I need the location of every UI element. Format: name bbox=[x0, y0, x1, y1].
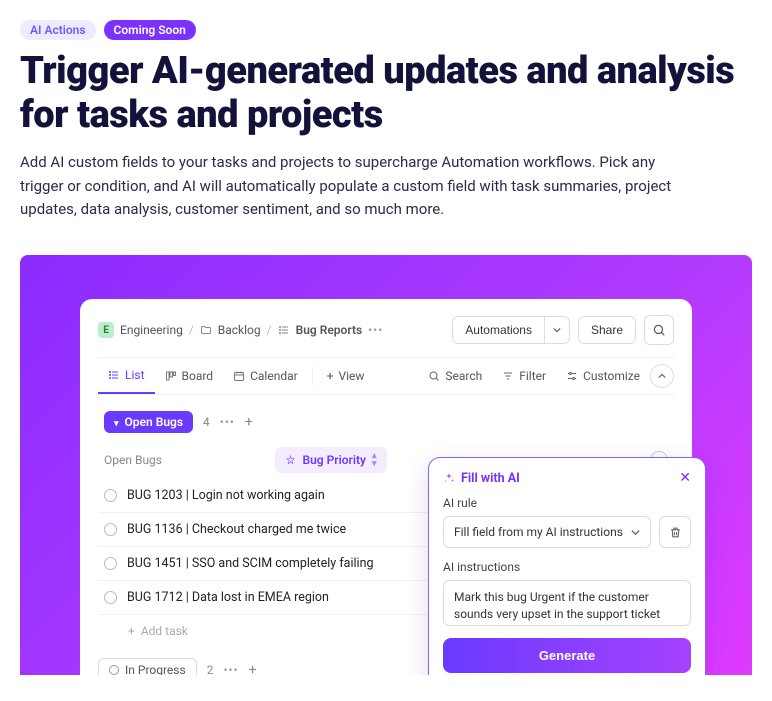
view-calendar-tab[interactable]: Calendar bbox=[223, 359, 308, 393]
status-circle-icon[interactable] bbox=[104, 591, 117, 604]
space-icon[interactable]: E bbox=[98, 322, 114, 338]
status-circle-icon[interactable] bbox=[104, 523, 117, 536]
share-button[interactable]: Share bbox=[578, 316, 636, 344]
delete-rule-button[interactable] bbox=[659, 516, 691, 548]
view-tabs: List Board Calendar + View bbox=[98, 358, 374, 394]
view-board-tab[interactable]: Board bbox=[155, 359, 224, 393]
add-view-label: View bbox=[339, 369, 365, 383]
automations-button[interactable]: Automations bbox=[452, 316, 545, 344]
ai-rule-label: AI rule bbox=[443, 496, 691, 510]
group-more-icon[interactable]: ••• bbox=[220, 415, 235, 429]
search-top-icon[interactable] bbox=[644, 315, 674, 345]
viewbar: List Board Calendar + View bbox=[98, 357, 674, 395]
tag-row: AI Actions Coming Soon bbox=[20, 20, 752, 40]
status-chip-label: In Progress bbox=[125, 663, 186, 675]
view-calendar-label: Calendar bbox=[250, 369, 298, 383]
chevron-down-icon bbox=[114, 415, 119, 429]
tag-ai-actions: AI Actions bbox=[20, 20, 96, 40]
column-bug-priority[interactable]: Bug Priority ▴▾ bbox=[275, 447, 386, 473]
close-icon[interactable]: ✕ bbox=[679, 470, 691, 486]
tag-coming-soon: Coming Soon bbox=[104, 20, 196, 40]
breadcrumb-list[interactable]: Bug Reports bbox=[296, 323, 363, 337]
view-tools: Search Filter Customize bbox=[418, 359, 674, 393]
column-priority-label: Bug Priority bbox=[302, 453, 365, 467]
breadcrumb-more-icon[interactable]: ••• bbox=[368, 323, 383, 337]
filter-tool[interactable]: Filter bbox=[492, 359, 556, 393]
status-circle-icon bbox=[109, 665, 119, 675]
breadcrumb-sep: / bbox=[267, 323, 272, 337]
popup-title: Fill with AI bbox=[443, 471, 520, 486]
breadcrumb: E Engineering / Backlog / Bug Reports ••… bbox=[98, 322, 383, 338]
generate-button[interactable]: Generate bbox=[443, 638, 691, 673]
status-circle-icon[interactable] bbox=[104, 489, 117, 502]
ai-rule-row: Fill field from my AI instructions bbox=[443, 516, 691, 548]
view-list-tab[interactable]: List bbox=[98, 358, 155, 394]
add-view-button[interactable]: + View bbox=[317, 359, 375, 393]
breadcrumb-folder[interactable]: Backlog bbox=[218, 323, 261, 337]
sparkle-icon bbox=[443, 472, 455, 484]
fill-with-ai-popup: Fill with AI ✕ AI rule Fill field from m… bbox=[428, 457, 706, 675]
popup-header: Fill with AI ✕ bbox=[443, 470, 691, 486]
view-board-label: Board bbox=[182, 369, 214, 383]
customize-tool[interactable]: Customize bbox=[556, 359, 650, 393]
trash-icon bbox=[669, 526, 682, 539]
group-count: 4 bbox=[203, 415, 210, 429]
search-label: Search bbox=[445, 369, 482, 383]
column-name-label: Open Bugs bbox=[104, 453, 162, 467]
group-count: 2 bbox=[207, 663, 214, 675]
automations-caret[interactable] bbox=[545, 316, 570, 344]
customize-label: Customize bbox=[583, 369, 640, 383]
status-chip-open-bugs[interactable]: Open Bugs bbox=[104, 411, 193, 433]
chevron-down-icon bbox=[631, 528, 640, 537]
sort-icon: ▴▾ bbox=[372, 452, 377, 468]
filter-label: Filter bbox=[519, 369, 546, 383]
task-title: BUG 1712 | Data lost in EMEA region bbox=[127, 590, 329, 605]
task-title: BUG 1203 | Login not working again bbox=[127, 488, 325, 503]
breadcrumb-sep: / bbox=[189, 323, 194, 337]
group-open-bugs-header: Open Bugs 4 ••• + bbox=[98, 411, 674, 433]
plus-icon: + bbox=[327, 369, 334, 383]
view-sep bbox=[312, 367, 313, 385]
ai-rule-select[interactable]: Fill field from my AI instructions bbox=[443, 516, 651, 548]
group-more-icon[interactable]: ••• bbox=[223, 663, 238, 675]
breadcrumb-space[interactable]: Engineering bbox=[120, 323, 183, 337]
page-headline: Trigger AI-generated updates and analysi… bbox=[20, 50, 752, 137]
status-chip-in-progress[interactable]: In Progress bbox=[98, 658, 197, 675]
collapse-icon[interactable] bbox=[650, 364, 674, 388]
app-window: E Engineering / Backlog / Bug Reports ••… bbox=[80, 299, 692, 675]
search-tool[interactable]: Search bbox=[418, 359, 492, 393]
list-icon bbox=[278, 324, 290, 336]
topbar: E Engineering / Backlog / Bug Reports ••… bbox=[98, 315, 674, 345]
status-chip-label: Open Bugs bbox=[125, 415, 183, 429]
status-circle-icon[interactable] bbox=[104, 557, 117, 570]
ai-instructions-label: AI instructions bbox=[443, 560, 691, 574]
group-add-icon[interactable]: + bbox=[249, 662, 257, 675]
top-actions: Automations Share bbox=[452, 315, 674, 345]
automations-button-group: Automations bbox=[452, 316, 570, 344]
task-title: BUG 1451 | SSO and SCIM completely faili… bbox=[127, 556, 374, 571]
folder-icon bbox=[200, 324, 212, 336]
group-add-icon[interactable]: + bbox=[245, 414, 253, 430]
hero-frame: E Engineering / Backlog / Bug Reports ••… bbox=[20, 255, 752, 675]
popup-title-text: Fill with AI bbox=[461, 471, 520, 486]
page-subheadline: Add AI custom fields to your tasks and p… bbox=[20, 151, 700, 221]
ai-instructions-input[interactable]: Mark this bug Urgent if the customer sou… bbox=[443, 580, 691, 626]
ai-rule-value: Fill field from my AI instructions bbox=[454, 525, 623, 539]
task-title: BUG 1136 | Checkout charged me twice bbox=[127, 522, 346, 537]
view-list-label: List bbox=[125, 368, 145, 382]
